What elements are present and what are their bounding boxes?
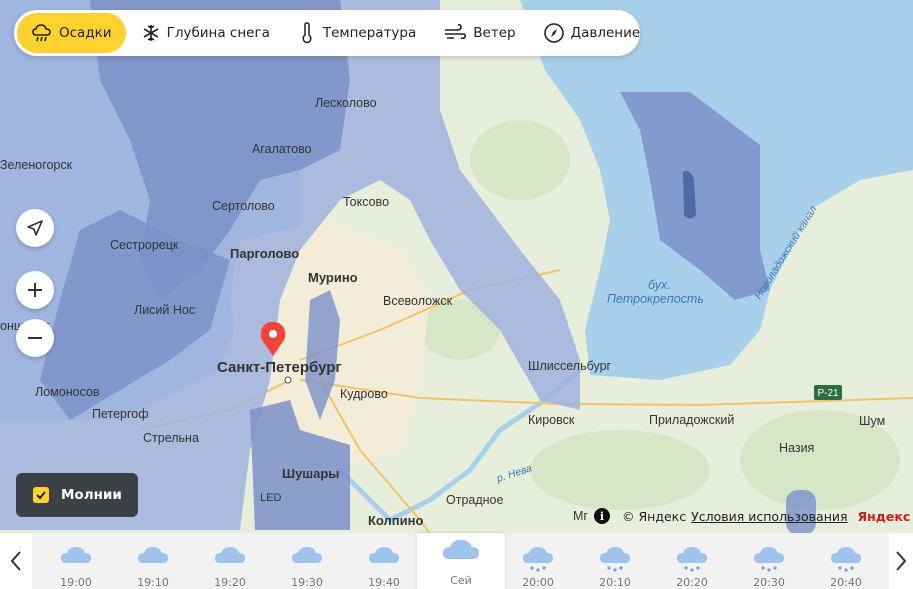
label-shlisselburg: Шлиссельбург	[528, 359, 612, 373]
cloud-icon	[138, 547, 168, 563]
timeline-next-button[interactable]	[889, 533, 913, 589]
tab-snow-depth[interactable]: Глубина снега	[129, 13, 282, 53]
yandex-logo: Яндекс	[857, 508, 911, 524]
label-kudrovo: Кудрово	[340, 387, 388, 401]
timeline-prev-button[interactable]	[0, 533, 32, 589]
tab-label: Осадки	[59, 25, 112, 41]
timeline-slot[interactable]: 20:40	[808, 533, 884, 589]
road-sign-r21: Р-21	[814, 385, 842, 400]
timeline-slot[interactable]: 20:10	[577, 533, 653, 589]
rain-cloud-icon	[831, 547, 861, 572]
timeline-slot[interactable]: 20:20	[654, 533, 730, 589]
thermometer-icon	[302, 22, 312, 44]
lightning-checkbox[interactable]	[33, 487, 49, 503]
rain-cloud-icon	[600, 547, 630, 572]
timeline-slot[interactable]: 19:40	[346, 533, 422, 589]
label-sertolovo: Сертолово	[212, 199, 275, 213]
rain-cloud-icon	[32, 24, 51, 42]
timeline-slot[interactable]: 19:30	[269, 533, 345, 589]
label-lomonosov: Ломоносов	[35, 385, 100, 399]
tab-temperature[interactable]: Температура	[285, 13, 428, 53]
timeline-slot[interactable]: 19:10	[115, 533, 191, 589]
rain-cloud-icon	[754, 547, 784, 572]
timeline-slot-time: Сей	[450, 574, 472, 587]
timeline-slot-time: 20:30	[753, 576, 785, 589]
label-shushary: Шушары	[282, 466, 339, 481]
cloud-icon	[292, 547, 322, 563]
label-priladozhsky: Приладожский	[649, 413, 734, 427]
wind-icon	[445, 23, 467, 40]
minus-icon	[28, 337, 42, 339]
rain-cloud-icon	[523, 547, 553, 572]
label-nazia: Назия	[779, 441, 814, 455]
tab-label: Давление	[570, 25, 641, 41]
timeline-slot-time: 19:00	[60, 576, 92, 589]
timeline-slot[interactable]: 19:20	[192, 533, 268, 589]
timeline-slot[interactable]: 20:30	[731, 533, 807, 589]
timeline: 19:00 19:10 19:20 19:30 19:40 Сей 20:00 20:10 20…	[0, 533, 913, 589]
locate-button[interactable]	[16, 209, 54, 247]
timeline-slot-time: 20:40	[830, 576, 862, 589]
lightning-label: Молнии	[61, 487, 122, 503]
label-shum: Шум	[859, 414, 885, 428]
chevron-left-icon	[10, 551, 21, 571]
tab-precipitation[interactable]: Осадки	[17, 13, 126, 53]
svg-text:Р-21: Р-21	[817, 388, 839, 399]
label-lisiy-nos: Лисий Нос	[134, 303, 195, 317]
timeline-slot[interactable]: Сей	[417, 533, 505, 589]
label-toksovo: Токсово	[343, 195, 389, 209]
cloud-icon	[61, 547, 91, 563]
timeline-slot[interactable]: 19:00	[38, 533, 114, 589]
label-kirovsk: Кировск	[528, 413, 575, 427]
label-murino: Мурино	[308, 270, 358, 285]
chevron-right-icon	[896, 551, 907, 571]
snowflake-icon	[143, 25, 158, 41]
timeline-slot-time: 20:10	[599, 576, 631, 589]
label-sestroretsk: Сестрорецк	[110, 238, 179, 252]
label-bay: бух.	[648, 278, 671, 292]
tab-pressure[interactable]: Давление	[531, 13, 653, 53]
info-icon[interactable]: i	[594, 508, 610, 524]
timeline-slot-time: 19:20	[214, 576, 246, 589]
attribution: i © Яндекс Условия использования Яндекс	[592, 506, 913, 526]
zoom-in-button[interactable]	[16, 271, 54, 309]
terms-link[interactable]: Условия использования	[691, 509, 847, 524]
tab-label: Глубина снега	[166, 25, 270, 41]
timeline-slot-time: 20:20	[676, 576, 708, 589]
copyright-text: © Яндекс	[622, 508, 687, 524]
label-mga: Мг	[573, 509, 588, 523]
rain-cloud-icon	[677, 547, 707, 572]
compass-icon	[543, 23, 564, 43]
tab-label: Температура	[322, 25, 417, 41]
label-zelenogorsk: Зеленогорск	[0, 158, 73, 172]
cloud-icon	[369, 547, 399, 563]
timeline-slot-time: 19:40	[368, 576, 400, 589]
label-leskolovo: Лесколово	[315, 96, 377, 110]
tab-wind[interactable]: Ветер	[431, 13, 527, 53]
label-vsevolozhsk: Всеволожск	[383, 294, 453, 308]
tab-label: Ветер	[473, 25, 516, 41]
label-strelna: Стрельна	[143, 431, 199, 445]
plus-icon	[28, 283, 42, 297]
cloud-icon	[215, 547, 245, 563]
label-agalatovo: Агалатово	[252, 142, 312, 156]
label-pargolovo: Парголово	[230, 246, 299, 261]
zoom-out-button[interactable]	[16, 319, 54, 357]
label-led: LED	[260, 492, 281, 504]
label-otradnoe: Отрадное	[446, 493, 504, 507]
locate-icon	[27, 220, 43, 236]
cloud-icon	[443, 539, 479, 559]
label-spb: Санкт-Петербург	[217, 359, 342, 376]
label-bay-name: Петрокрепость	[607, 292, 704, 306]
check-icon	[36, 491, 46, 500]
lightning-toggle[interactable]: Молнии	[16, 473, 138, 517]
label-petergof: Петергоф	[92, 407, 149, 421]
timeline-slot-time: 19:10	[137, 576, 169, 589]
label-kolpino: Колпино	[368, 513, 424, 528]
timeline-slot-time: 19:30	[291, 576, 323, 589]
layer-toolbar: Осадки Глубина снега Температура Ветер Д…	[14, 10, 640, 56]
timeline-slot-time: 20:00	[522, 576, 554, 589]
timeline-slot[interactable]: 20:00	[500, 533, 576, 589]
